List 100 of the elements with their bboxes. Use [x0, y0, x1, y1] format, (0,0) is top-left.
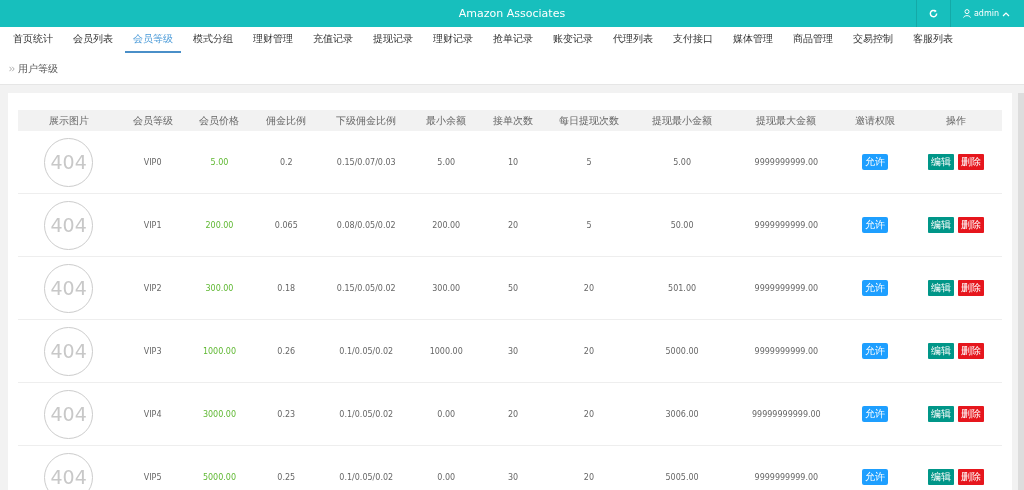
column-header: 接单次数 [492, 113, 535, 128]
delete-button[interactable]: 删除 [958, 154, 985, 170]
nav-tab[interactable]: 首页统计 [5, 27, 61, 53]
column-header: 邀请权限 [854, 113, 897, 128]
edit-button[interactable]: 编辑 [928, 406, 955, 422]
column-header: 每日提现次数 [557, 113, 620, 128]
table-cell: 20 [583, 472, 595, 482]
nav-tab[interactable]: 客服列表 [905, 27, 961, 53]
table-cell: 0.25 [277, 472, 296, 482]
table-cell: 0.00 [437, 472, 456, 482]
edit-button[interactable]: 编辑 [928, 343, 955, 359]
column-header: 会员价格 [198, 113, 241, 128]
table-cell: 0.08/0.05/0.02 [336, 220, 396, 230]
table-cell: 0.2 [279, 157, 293, 167]
column-header: 提现最小金额 [651, 113, 714, 128]
table-cell: 50 [507, 283, 519, 293]
table-cell: 9999999999.00 [754, 157, 819, 167]
delete-button[interactable]: 删除 [958, 406, 985, 422]
nav-tab[interactable]: 模式分组 [185, 27, 241, 53]
table-cell: 20 [507, 409, 519, 419]
table-cell: 20 [583, 283, 595, 293]
column-header: 操作 [945, 113, 968, 128]
nav-tab[interactable]: 代理列表 [605, 27, 661, 53]
table-cell: 0.15/0.07/0.03 [336, 157, 396, 167]
table-cell: 5005.00 [665, 472, 699, 482]
table-cell: 9999999999.00 [754, 472, 819, 482]
table-cell: 99999999999.00 [752, 409, 821, 419]
permission-badge: 允许 [862, 343, 889, 359]
column-header: 下级佣金比例 [335, 113, 398, 128]
table-cell: 5000.00 [202, 472, 236, 482]
table-cell: VIP1 [143, 220, 162, 230]
table-cell: 300.00 [205, 283, 234, 293]
permission-badge: 允许 [862, 217, 889, 233]
table-cell: 20 [583, 346, 595, 356]
table-cell: 3006.00 [665, 409, 699, 419]
nav-tab[interactable]: 充值记录 [305, 27, 361, 53]
table-cell: 300.00 [432, 283, 461, 293]
table-cell: 501.00 [668, 283, 697, 293]
column-header: 展示图片 [47, 113, 90, 128]
app-title: Amazon Associates [458, 7, 566, 20]
permission-badge: 允许 [862, 280, 889, 296]
permission-badge: 允许 [862, 469, 889, 485]
table-cell: 5.00 [673, 157, 691, 167]
nav-tab[interactable]: 支付接口 [665, 27, 721, 53]
table-cell: VIP2 [143, 283, 162, 293]
table-cell: 20 [507, 220, 519, 230]
column-header: 会员等级 [131, 113, 174, 128]
edit-button[interactable]: 编辑 [928, 280, 955, 296]
chevron-icon [9, 65, 15, 72]
nav-tab[interactable]: 理财记录 [425, 27, 481, 53]
column-header: 提现最大金额 [755, 113, 818, 128]
table-cell: 9999999999.00 [754, 220, 819, 230]
user-icon [962, 9, 971, 18]
table-cell: 0.26 [277, 346, 296, 356]
nav-tab[interactable]: 理财管理 [245, 27, 301, 53]
table-cell: 9999999999.00 [754, 283, 819, 293]
nav-tab[interactable]: 账变记录 [545, 27, 601, 53]
nav-tab[interactable]: 商品管理 [785, 27, 841, 53]
edit-button[interactable]: 编辑 [928, 154, 955, 170]
table-cell: 0.15/0.05/0.02 [336, 283, 396, 293]
table-cell: 0.1/0.05/0.02 [339, 472, 394, 482]
permission-badge: 允许 [862, 154, 889, 170]
delete-button[interactable]: 删除 [958, 217, 985, 233]
table-cell: VIP5 [143, 472, 162, 482]
table-cell: VIP3 [143, 346, 162, 356]
table-cell: 0.065 [274, 220, 298, 230]
table-cell: 5.00 [210, 157, 229, 167]
breadcrumb: 用户等级 [18, 61, 58, 76]
table-cell: 3000.00 [202, 409, 236, 419]
table-cell: 0.00 [437, 409, 456, 419]
nav-tab[interactable]: 交易控制 [845, 27, 901, 53]
delete-button[interactable]: 删除 [958, 469, 985, 485]
table-cell: 1000.00 [202, 346, 236, 356]
table-cell: 0.1/0.05/0.02 [339, 346, 394, 356]
table-cell: 0.23 [277, 409, 296, 419]
table-cell: 10 [507, 157, 519, 167]
table-cell: 5 [586, 157, 592, 167]
nav-tab[interactable]: 媒体管理 [725, 27, 781, 53]
column-header: 最小余额 [425, 113, 468, 128]
nav-tab[interactable]: 会员列表 [65, 27, 121, 53]
table-cell: VIP0 [143, 157, 162, 167]
table-cell: 30 [507, 472, 519, 482]
table-cell: 1000.00 [429, 346, 463, 356]
caret-icon [1002, 10, 1010, 17]
edit-button[interactable]: 编辑 [928, 217, 955, 233]
table-cell: 9999999999.00 [754, 346, 819, 356]
table-cell: VIP4 [143, 409, 162, 419]
table-cell: 50.00 [670, 220, 694, 230]
nav-tab[interactable]: 提现记录 [365, 27, 421, 53]
refresh-icon [928, 9, 938, 18]
edit-button[interactable]: 编辑 [928, 469, 955, 485]
delete-button[interactable]: 删除 [958, 343, 985, 359]
table-cell: 5.00 [437, 157, 456, 167]
table-cell: 20 [583, 409, 595, 419]
table-cell: 5000.00 [665, 346, 699, 356]
nav-tab[interactable]: 抢单记录 [485, 27, 541, 53]
delete-button[interactable]: 删除 [958, 280, 985, 296]
table-cell: 0.1/0.05/0.02 [339, 409, 394, 419]
table-cell: 0.18 [277, 283, 296, 293]
table-cell: 5 [586, 220, 592, 230]
